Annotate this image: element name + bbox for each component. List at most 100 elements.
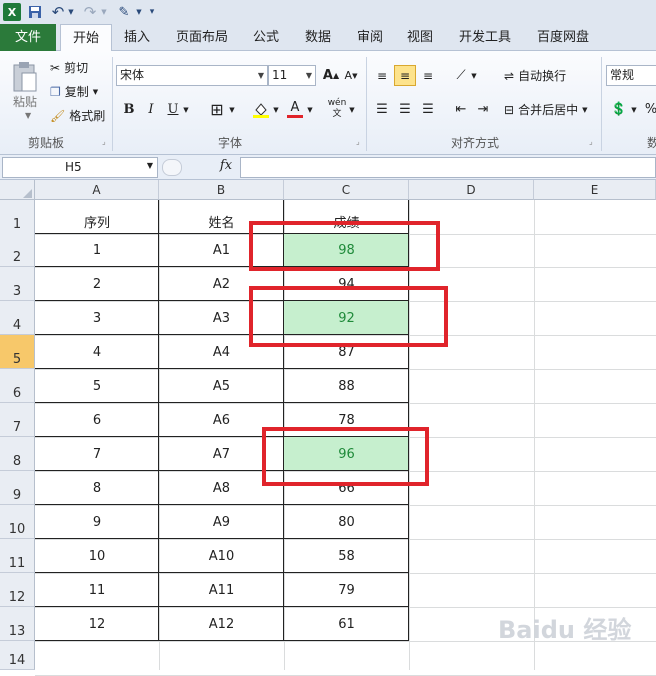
- merge-center-button[interactable]: ⊟ 合并后居中 ▼: [504, 101, 587, 118]
- table-cell[interactable]: 6: [35, 403, 159, 437]
- font-name-select[interactable]: 宋体 ▼: [116, 65, 268, 86]
- table-cell[interactable]: 80: [284, 505, 409, 539]
- header-cell[interactable]: 序列: [35, 200, 159, 234]
- paste-dropdown-icon[interactable]: ▼: [25, 111, 31, 120]
- table-cell[interactable]: A5: [159, 369, 284, 403]
- merge-dropdown-icon[interactable]: ▼: [582, 106, 587, 114]
- undo-icon[interactable]: ↶: [50, 3, 66, 21]
- underline-dropdown-icon[interactable]: ▼: [180, 99, 192, 120]
- tab-baidu-netdisk[interactable]: 百度网盘: [530, 24, 596, 51]
- tab-page-layout[interactable]: 页面布局: [170, 24, 234, 51]
- align-top-icon[interactable]: ≡: [371, 65, 393, 86]
- phonetic-dropdown-icon[interactable]: ▼: [346, 99, 358, 120]
- table-cell[interactable]: 8: [35, 471, 159, 505]
- tab-file[interactable]: 文件: [0, 24, 56, 51]
- phonetic-icon[interactable]: wén 文: [326, 99, 348, 120]
- column-header-a[interactable]: A: [35, 180, 159, 200]
- italic-button[interactable]: I: [140, 99, 162, 120]
- table-cell[interactable]: A9: [159, 505, 284, 539]
- customize-dropdown-icon[interactable]: ▼: [134, 3, 144, 21]
- row-header-2[interactable]: 2: [0, 233, 35, 267]
- row-header-6[interactable]: 6: [0, 369, 35, 403]
- table-cell[interactable]: 12: [35, 607, 159, 641]
- column-header-b[interactable]: B: [159, 180, 284, 200]
- table-cell[interactable]: A11: [159, 573, 284, 607]
- row-header-13[interactable]: 13: [0, 607, 35, 641]
- table-cell[interactable]: A12: [159, 607, 284, 641]
- fill-color-dropdown-icon[interactable]: ▼: [270, 99, 282, 120]
- row-header-9[interactable]: 9: [0, 471, 35, 505]
- copy-button[interactable]: ❐ 复制 ▼: [50, 83, 98, 100]
- accounting-dropdown-icon[interactable]: ▼: [628, 99, 640, 120]
- table-cell[interactable]: 9: [35, 505, 159, 539]
- orientation-dropdown-icon[interactable]: ▼: [468, 65, 480, 86]
- table-cell[interactable]: 4: [35, 335, 159, 369]
- tab-data[interactable]: 数据: [296, 24, 340, 51]
- font-launcher-icon[interactable]: ⌟: [356, 137, 360, 146]
- align-middle-icon[interactable]: ≡: [394, 65, 416, 86]
- copy-dropdown-icon[interactable]: ▼: [93, 88, 98, 96]
- undo-dropdown-icon[interactable]: ▼: [66, 3, 76, 21]
- formula-bar-resize-handle[interactable]: [162, 159, 182, 176]
- font-color-icon[interactable]: A: [284, 99, 306, 120]
- number-format-select[interactable]: 常规: [606, 65, 656, 86]
- table-cell[interactable]: A10: [159, 539, 284, 573]
- row-header-5[interactable]: 5: [0, 335, 35, 369]
- name-box-dropdown-icon[interactable]: ▼: [147, 161, 153, 170]
- column-header-e[interactable]: E: [534, 180, 656, 200]
- clipboard-launcher-icon[interactable]: ⌟: [102, 137, 106, 146]
- table-cell[interactable]: 88: [284, 369, 409, 403]
- accounting-format-icon[interactable]: 💲: [608, 99, 630, 120]
- paste-icon[interactable]: [8, 57, 42, 97]
- align-right-icon[interactable]: ☰: [417, 99, 439, 120]
- cut-button[interactable]: ✂ 剪切: [50, 59, 88, 76]
- table-cell[interactable]: 79: [284, 573, 409, 607]
- redo-dropdown-icon[interactable]: ▼: [99, 3, 109, 21]
- formula-input[interactable]: [240, 157, 656, 178]
- tab-insert[interactable]: 插入: [115, 24, 159, 51]
- format-painter-button[interactable]: 🖌 格式刷: [50, 107, 105, 124]
- row-header-11[interactable]: 11: [0, 539, 35, 573]
- tab-home[interactable]: 开始: [60, 24, 112, 53]
- tab-review[interactable]: 审阅: [348, 24, 392, 51]
- font-color-dropdown-icon[interactable]: ▼: [304, 99, 316, 120]
- bold-button[interactable]: B: [118, 99, 140, 120]
- column-header-c[interactable]: C: [284, 180, 409, 200]
- insert-function-button[interactable]: fx: [212, 158, 240, 177]
- tab-formulas[interactable]: 公式: [244, 24, 288, 51]
- align-center-icon[interactable]: ☰: [394, 99, 416, 120]
- wrap-text-button[interactable]: ⇌ 自动换行: [504, 67, 566, 84]
- table-cell[interactable]: 58: [284, 539, 409, 573]
- align-left-icon[interactable]: ☰: [371, 99, 393, 120]
- borders-icon[interactable]: ⊞: [206, 99, 228, 120]
- alignment-launcher-icon[interactable]: ⌟: [589, 137, 593, 146]
- percent-button[interactable]: %: [640, 99, 656, 120]
- row-header-1[interactable]: 1: [0, 200, 35, 234]
- name-box[interactable]: H5 ▼: [2, 157, 158, 178]
- row-header-14[interactable]: 14: [0, 641, 35, 670]
- fill-color-icon[interactable]: [250, 99, 272, 120]
- select-all-corner[interactable]: [0, 180, 35, 200]
- grow-font-icon[interactable]: A ▲: [320, 65, 342, 86]
- table-cell[interactable]: 10: [35, 539, 159, 573]
- excel-icon[interactable]: X: [3, 3, 21, 21]
- customize-tool-icon[interactable]: ✎: [114, 3, 134, 21]
- row-header-10[interactable]: 10: [0, 505, 35, 539]
- table-cell[interactable]: 61: [284, 607, 409, 641]
- row-header-4[interactable]: 4: [0, 301, 35, 335]
- tab-developer[interactable]: 开发工具: [452, 24, 518, 51]
- align-bottom-icon[interactable]: ≡: [417, 65, 439, 86]
- table-cell[interactable]: 5: [35, 369, 159, 403]
- redo-icon[interactable]: ↷: [82, 3, 98, 21]
- row-header-12[interactable]: 12: [0, 573, 35, 607]
- save-icon[interactable]: [27, 3, 43, 21]
- paste-button[interactable]: 粘贴: [10, 93, 40, 110]
- row-header-8[interactable]: 8: [0, 437, 35, 471]
- qat-more-icon[interactable]: ▾: [146, 3, 158, 21]
- decrease-indent-icon[interactable]: ⇤: [450, 99, 472, 120]
- row-header-3[interactable]: 3: [0, 267, 35, 301]
- font-size-select[interactable]: 11 ▼: [268, 65, 316, 86]
- tab-view[interactable]: 视图: [398, 24, 442, 51]
- borders-dropdown-icon[interactable]: ▼: [226, 99, 238, 120]
- table-cell[interactable]: 2: [35, 267, 159, 301]
